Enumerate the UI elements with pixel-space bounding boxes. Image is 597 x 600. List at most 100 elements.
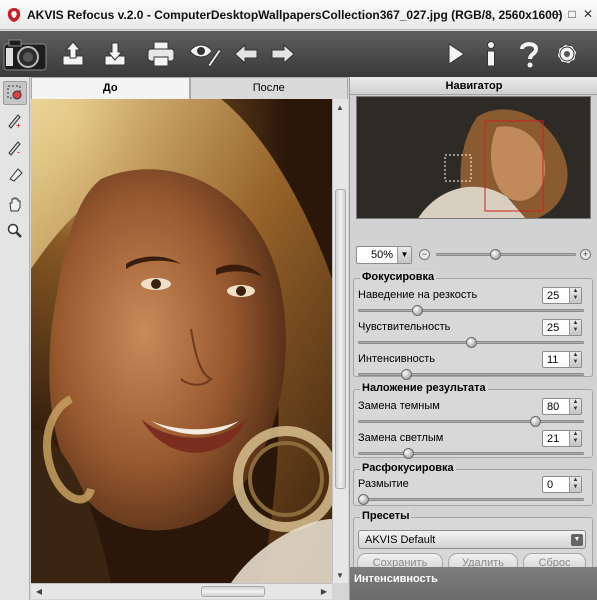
hint-panel: Интенсивность: [350, 567, 597, 600]
navigator-thumbnail: [357, 97, 590, 218]
print-button[interactable]: [144, 37, 178, 71]
tab-after[interactable]: После: [189, 77, 348, 99]
param-label: Замена темным: [358, 400, 440, 412]
zoom-icon: [7, 223, 22, 238]
param-spinbox[interactable]: 21 ▲ ▼: [542, 430, 582, 447]
navigator-preview[interactable]: [356, 96, 591, 219]
zoom-tool[interactable]: [3, 219, 27, 243]
param-spinbox[interactable]: 0 ▲ ▼: [542, 476, 582, 493]
focus-section: Фокусировка Наведение на резкость 25 ▲ ▼ Ч…: [353, 271, 594, 380]
save-image-button[interactable]: [98, 37, 132, 71]
param-value: 11: [547, 354, 559, 366]
scroll-right-button[interactable]: ▶: [317, 584, 331, 598]
param-slider-knob[interactable]: [403, 448, 415, 459]
horizontal-scroll-thumb[interactable]: [201, 586, 265, 597]
svg-text:+: +: [16, 121, 21, 129]
settings-panel: Навигатор 50% ▼ − + Фокусировка Наведени…: [349, 77, 597, 600]
settings-button[interactable]: [550, 37, 584, 71]
param-slider-knob[interactable]: [358, 494, 369, 505]
param-slider-track[interactable]: [358, 452, 584, 455]
vertical-scrollbar[interactable]: ▲ ▼: [332, 99, 348, 583]
param-slider-track[interactable]: [358, 309, 584, 312]
scroll-down-button[interactable]: ▼: [333, 568, 347, 582]
pencil-plus-tool[interactable]: +: [3, 108, 27, 132]
scroll-left-button[interactable]: ◀: [32, 584, 46, 598]
eraser-tool[interactable]: [3, 162, 27, 186]
param-slider-knob[interactable]: [411, 305, 423, 316]
vertical-scroll-thumb[interactable]: [335, 189, 346, 489]
view-tabs: До После: [31, 77, 348, 99]
param-spinbox[interactable]: 25 ▲ ▼: [542, 319, 582, 336]
tools-panel: + -: [0, 77, 30, 600]
zoom-slider-track[interactable]: [436, 253, 576, 256]
zoom-slider-knob[interactable]: [490, 249, 502, 260]
open-image-button[interactable]: [56, 37, 90, 71]
info-icon: [487, 41, 495, 67]
download-icon: [104, 42, 126, 66]
param-slider-knob[interactable]: [401, 369, 412, 380]
param-slider-knob[interactable]: [530, 416, 541, 427]
scroll-up-button[interactable]: ▲: [333, 100, 347, 114]
spin-arrows-icon: ▲ ▼: [569, 288, 581, 303]
zoom-row: 50% ▼ − +: [356, 246, 592, 264]
param-slider-knob[interactable]: [465, 337, 477, 348]
gear-icon: [557, 44, 577, 64]
param-slider-track[interactable]: [358, 420, 584, 423]
param-label: Наведение на резкость: [358, 289, 478, 301]
title-bar: AKVIS Refocus v.2.0 - ComputerDesktopWal…: [0, 0, 597, 30]
triangle-down-icon: ▼: [336, 570, 344, 580]
zoom-in-button[interactable]: +: [580, 249, 591, 260]
param-spinbox[interactable]: 11 ▲ ▼: [542, 351, 582, 368]
image-canvas[interactable]: [31, 99, 332, 583]
spin-arrows-icon: ▲ ▼: [569, 320, 581, 335]
hand-icon: [9, 197, 21, 212]
spin-arrows-icon: ▲ ▼: [569, 431, 581, 446]
param-spinbox[interactable]: 80 ▲ ▼: [542, 398, 582, 415]
pencil-minus-tool[interactable]: -: [3, 135, 27, 159]
presets-section-title: Пресеты: [360, 510, 412, 522]
akvis-logo-icon: [7, 7, 21, 22]
triangle-up-icon: ▲: [336, 102, 344, 112]
redo-arrow-icon: [271, 43, 295, 65]
zoom-select[interactable]: 50% ▼: [356, 246, 412, 264]
hand-tool[interactable]: [3, 192, 27, 216]
zoom-out-button[interactable]: −: [419, 249, 430, 260]
preset-select[interactable]: AKVIS Default ▼: [358, 530, 586, 549]
param-value: 80: [547, 401, 560, 413]
chevron-down-icon: ▼: [397, 247, 411, 263]
help-icon: [520, 42, 539, 68]
run-button[interactable]: [438, 37, 472, 71]
preview-button[interactable]: [188, 37, 222, 71]
spin-arrows-icon: ▲ ▼: [569, 399, 581, 414]
maximize-button[interactable]: □: [564, 6, 580, 22]
param-intensity: Интенсивность 11 ▲ ▼: [354, 351, 594, 381]
portrait-photo: [31, 99, 332, 583]
param-sensitivity: Чувствительность 25 ▲ ▼: [354, 319, 594, 349]
eraser-icon: [9, 168, 23, 182]
camera-logo-button[interactable]: [2, 37, 48, 71]
horizontal-scrollbar[interactable]: ◀ ▶: [31, 583, 332, 599]
preset-selected: AKVIS Default: [365, 534, 436, 546]
close-button[interactable]: ✕: [580, 6, 596, 22]
triangle-right-icon: ▶: [320, 586, 328, 596]
undo-button[interactable]: [229, 37, 263, 71]
zoom-value: 50%: [371, 249, 394, 261]
redo-button[interactable]: [266, 37, 300, 71]
param-slider-track[interactable]: [358, 373, 584, 376]
pencil-minus-icon: -: [8, 141, 21, 156]
focus-area-tool[interactable]: [3, 81, 27, 105]
param-slider-track[interactable]: [358, 498, 584, 501]
overlay-section: Наложение результата Замена темным 80 ▲ ▼ …: [353, 382, 593, 459]
param-spinbox[interactable]: 25 ▲ ▼: [542, 287, 582, 304]
spin-arrows-icon: ▲ ▼: [569, 477, 581, 492]
main-toolbar: [0, 31, 597, 77]
info-button[interactable]: [474, 37, 508, 71]
play-icon: [448, 43, 465, 65]
param-value: 21: [547, 433, 560, 445]
pencil-plus-icon: +: [8, 114, 21, 129]
navigator-title: Навигатор: [350, 77, 597, 95]
eye-brush-icon: [189, 44, 222, 68]
minimize-button[interactable]: ─: [548, 6, 564, 22]
tab-before[interactable]: До: [31, 77, 190, 99]
help-button[interactable]: [512, 37, 546, 71]
